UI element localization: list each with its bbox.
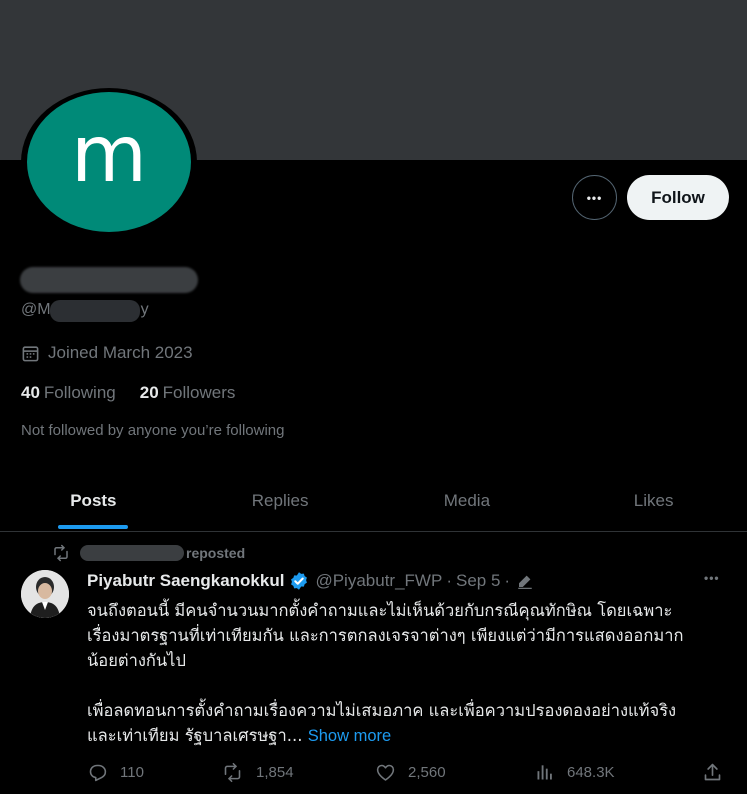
author-handle[interactable]: @Piyabutr_FWP <box>315 571 442 591</box>
edited-pencil-icon[interactable] <box>516 572 534 590</box>
heart-icon <box>376 764 395 781</box>
follow-button[interactable]: Follow <box>627 175 729 220</box>
more-icon: ••• <box>586 190 603 205</box>
share-icon <box>704 763 721 781</box>
tab-replies[interactable]: Replies <box>187 470 374 531</box>
repost-icon <box>54 544 68 562</box>
share-button[interactable] <box>702 762 735 783</box>
verified-badge-icon[interactable] <box>289 571 309 591</box>
author-name[interactable]: Piyabutr Saengkanokkul <box>87 571 284 591</box>
profile-avatar[interactable]: m <box>19 88 199 236</box>
views-chart-icon <box>537 765 552 780</box>
handle-redaction <box>50 300 140 322</box>
reply-count: 110 <box>120 764 144 781</box>
tweet-line: จนถึงตอนนี้ มีคนจำนวนมากตั้งคำถามและไม่เ… <box>87 601 673 620</box>
tweet-text[interactable]: จนถึงตอนนี้ มีคนจำนวนมากตั้งคำถามและไม่เ… <box>87 598 737 749</box>
like-button[interactable]: 2,560 <box>375 762 446 783</box>
show-more-link[interactable]: Show more <box>308 727 391 745</box>
tweet-actions: 110 1,854 2,560 648.3K <box>87 762 727 786</box>
tweet-line: เรื่องมาตรฐานที่เท่าเทียมกัน และการตกลงเ… <box>87 626 684 645</box>
author-photo-icon <box>21 570 69 618</box>
reposter-name-redacted <box>80 545 184 561</box>
calendar-icon <box>22 345 39 361</box>
tweet-line-last: และเท่าเทียม รัฐบาลเศรษฐา... Show more <box>87 726 392 745</box>
following-count: 40 <box>21 383 40 402</box>
followers-link[interactable]: 20 Followers <box>140 383 236 403</box>
following-link[interactable]: 40 Following <box>21 383 116 403</box>
repost-count: 1,854 <box>256 764 294 781</box>
more-options-button[interactable]: ••• <box>572 175 617 220</box>
tweet-date[interactable]: Sep 5 <box>456 571 500 591</box>
reply-button[interactable]: 110 <box>87 762 144 783</box>
profile-tabs: Posts Replies Media Likes <box>0 470 747 532</box>
followers-label: Followers <box>162 383 236 402</box>
repost-indicator: reposted <box>52 544 245 562</box>
tab-posts[interactable]: Posts <box>0 470 187 531</box>
like-count: 2,560 <box>408 764 446 781</box>
avatar-letter: m <box>71 110 147 200</box>
tweet-line: น้อยต่างกันไป <box>87 651 186 670</box>
follow-stats: 40 Following 20 Followers <box>21 383 259 403</box>
not-followed-note: Not followed by anyone you’re following <box>21 422 285 439</box>
tweet-line: เพื่อลดทอนการตั้งคำถามเรื่องความไม่เสมอภ… <box>87 701 677 720</box>
repost-button[interactable]: 1,854 <box>221 762 294 783</box>
active-tab-indicator <box>58 525 129 529</box>
meta-separator: · <box>446 571 452 590</box>
display-name-redacted <box>20 261 198 299</box>
tweet-header: Piyabutr Saengkanokkul @Piyabutr_FWP · S… <box>87 571 534 591</box>
meta-separator-2: · <box>504 571 511 590</box>
reply-icon <box>89 764 107 782</box>
views-count: 648.3K <box>567 763 615 781</box>
joined-date: Joined March 2023 <box>21 343 193 363</box>
followers-count: 20 <box>139 383 159 402</box>
tweet-more-button[interactable]: ••• <box>704 571 720 585</box>
author-avatar[interactable] <box>21 570 69 618</box>
tab-media[interactable]: Media <box>374 470 561 531</box>
retweet-icon <box>224 762 241 783</box>
following-label: Following <box>43 383 116 402</box>
tab-likes[interactable]: Likes <box>560 470 747 531</box>
views-button[interactable]: 648.3K <box>535 762 615 782</box>
avatar-circle: m <box>27 92 191 232</box>
